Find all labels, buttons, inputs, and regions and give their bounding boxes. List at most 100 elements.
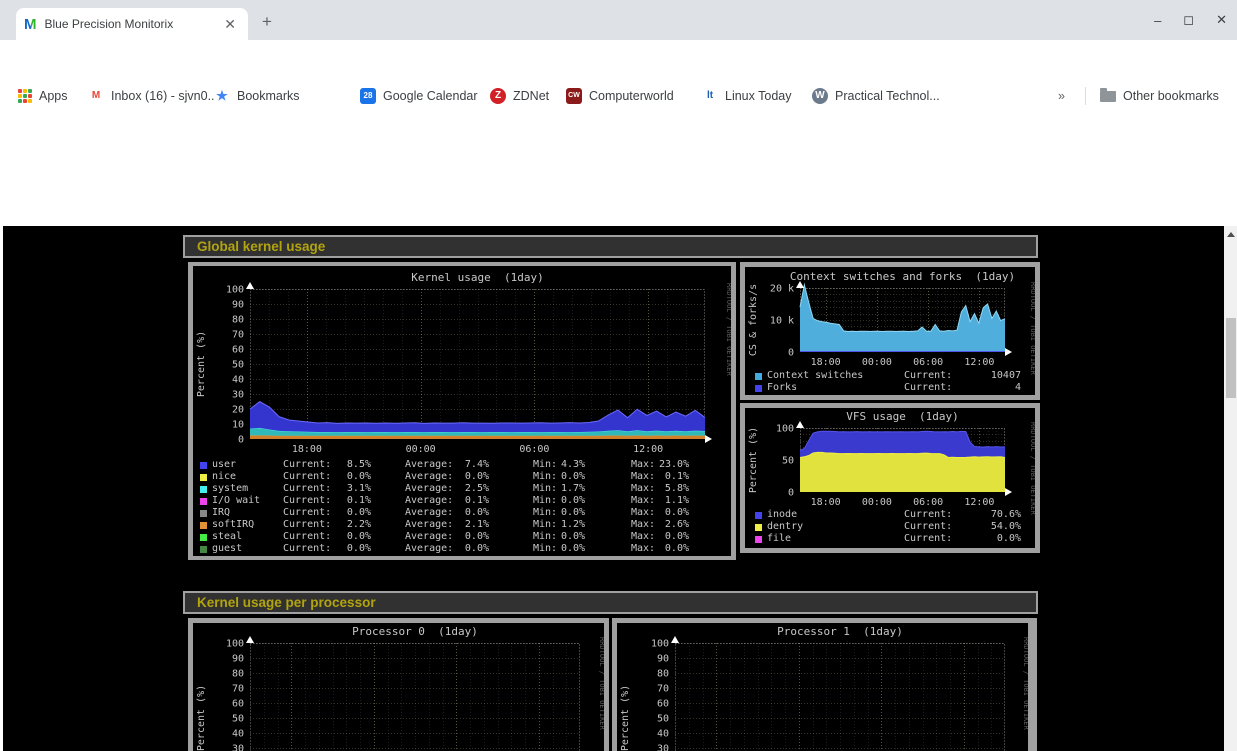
legend-stat-label: Current: — [283, 519, 333, 531]
legend-stat-label: Max: — [631, 495, 659, 507]
bookmark-item[interactable]: W Practical Technol... — [812, 82, 940, 110]
legend-stat-label: Average: — [405, 495, 457, 507]
legend-stat-value: 0.0% — [457, 471, 489, 483]
legend-row: ForksCurrent:4 — [755, 382, 1045, 394]
legend-row: userCurrent:8.5%Average:7.4%Min:4.3%Max:… — [200, 459, 738, 471]
bookmark-item[interactable]: Z ZDNet — [490, 82, 549, 110]
legend-stat-value: 0.0% — [659, 543, 689, 555]
legend-stat-value: 0.1% — [333, 495, 371, 507]
star-favicon: ★ — [214, 88, 230, 104]
legend-stat-label: Min: — [533, 543, 561, 555]
bookmark-item[interactable]: 28 Google Calendar — [360, 82, 478, 110]
legend-color-swatch — [755, 512, 762, 519]
bookmark-item[interactable]: ★ Bookmarks — [214, 82, 300, 110]
legend-series-name: nice — [212, 471, 283, 483]
bookmark-label: Inbox (16) - sjvn0... — [111, 89, 218, 103]
legend-stat-value: 0.0% — [561, 507, 585, 519]
other-bookmarks-label: Other bookmarks — [1123, 89, 1219, 103]
kernel-usage-graph: userCurrent:8.5%Average:7.4%Min:4.3%Max:… — [193, 266, 731, 556]
legend-stat-label: Current: — [904, 509, 968, 521]
legend-color-swatch — [200, 522, 207, 529]
legend-series-name: steal — [212, 531, 283, 543]
legend-color-swatch — [755, 373, 762, 380]
legend-series-name: dentry — [767, 521, 904, 533]
window-minimize-button[interactable]: – — [1154, 13, 1161, 28]
section-header-per-processor: Kernel usage per processor — [183, 591, 1038, 614]
legend-stat-value: 0.0% — [561, 531, 585, 543]
legend-stat-label: Current: — [283, 471, 333, 483]
legend-series-name: file — [767, 533, 904, 545]
legend-stat-label: Min: — [533, 459, 561, 471]
vfs-usage-panel: inodeCurrent:70.6%dentryCurrent:54.0%fil… — [740, 403, 1040, 553]
browser-toolbar: ← → ↻ ⌂ i localhost:8080/monitorix-cgi/m… — [0, 40, 1237, 82]
legend-stat-label: Average: — [405, 531, 457, 543]
legend-stat-label: Current: — [904, 521, 968, 533]
legend-row: I/O waitCurrent:0.1%Average:0.1%Min:0.0%… — [200, 495, 738, 507]
wordpress-favicon: W — [812, 88, 828, 104]
bookmark-item[interactable]: ltLinux Today — [702, 82, 792, 110]
scrollbar-up-icon[interactable] — [1227, 232, 1235, 237]
legend-row: IRQCurrent:0.0%Average:0.0%Min:0.0%Max:0… — [200, 507, 738, 519]
bookmark-label: ZDNet — [513, 89, 549, 103]
legend-stat-value: 54.0% — [968, 521, 1021, 533]
tab-close-icon[interactable]: ✕ — [220, 16, 240, 33]
scrollbar-thumb[interactable] — [1226, 318, 1236, 398]
context-switches-graph: Context switchesCurrent:10407ForksCurren… — [745, 267, 1035, 395]
legend-stat-value: 23.0% — [659, 459, 689, 471]
legend-stat-value: 2.1% — [457, 519, 489, 531]
legend-stat-label: Min: — [533, 483, 561, 495]
legend-stat-label: Min: — [533, 531, 561, 543]
legend-stat-label: Max: — [631, 459, 659, 471]
legend-stat-label: Average: — [405, 507, 457, 519]
legend-row: stealCurrent:0.0%Average:0.0%Min:0.0%Max… — [200, 531, 738, 543]
bookmarks-divider — [1085, 87, 1086, 105]
legend-color-swatch — [200, 546, 207, 553]
gmail-favicon: M — [88, 88, 104, 104]
bookmarks-overflow-icon[interactable]: » — [1058, 82, 1065, 110]
apps-shortcut[interactable]: Apps — [18, 82, 68, 110]
legend-stat-label: Min: — [533, 519, 561, 531]
legend-series-name: guest — [212, 543, 283, 555]
legend-stat-label: Max: — [631, 531, 659, 543]
section-title: Global kernel usage — [197, 239, 325, 254]
legend-stat-value: 8.5% — [333, 459, 371, 471]
legend-stat-label: Average: — [405, 471, 457, 483]
legend-color-swatch — [200, 486, 207, 493]
legend-row: guestCurrent:0.0%Average:0.0%Min:0.0%Max… — [200, 543, 738, 555]
legend-color-swatch — [755, 536, 762, 543]
context-switches-legend: Context switchesCurrent:10407ForksCurren… — [745, 370, 1045, 394]
bookmark-item[interactable]: CWComputerworld — [566, 82, 674, 110]
page-scrollbar[interactable] — [1224, 226, 1237, 751]
active-tab[interactable]: M Blue Precision Monitorix ✕ — [16, 8, 248, 40]
bookmark-label: Bookmarks — [237, 89, 300, 103]
legend-stat-value: 0.0% — [659, 507, 689, 519]
legend-stat-label: Min: — [533, 471, 561, 483]
legend-stat-label: Min: — [533, 507, 561, 519]
bookmark-label: Google Calendar — [383, 89, 478, 103]
window-close-button[interactable]: ✕ — [1216, 12, 1227, 28]
legend-stat-label: Current: — [283, 543, 333, 555]
other-bookmarks-folder[interactable]: Other bookmarks — [1100, 82, 1219, 110]
bookmark-item[interactable]: M Inbox (16) - sjvn0... — [88, 82, 218, 110]
window-maximize-button[interactable]: ◻ — [1183, 12, 1194, 28]
processor0-panel: userCur:9.7%Avg:8.3%Min:4.9%Max:22.5%nic… — [188, 618, 609, 751]
legend-stat-value: 0.0% — [457, 531, 489, 543]
zdnet-favicon: Z — [490, 88, 506, 104]
legend-stat-label: Current: — [283, 507, 333, 519]
kernel-usage-legend: userCurrent:8.5%Average:7.4%Min:4.3%Max:… — [193, 459, 738, 555]
legend-stat-value: 4.3% — [561, 459, 585, 471]
browser-window: M Blue Precision Monitorix ✕ + – ◻ ✕ ← →… — [0, 0, 1237, 751]
legend-color-swatch — [200, 534, 207, 541]
calendar-favicon: 28 — [360, 88, 376, 104]
legend-stat-value: 10407 — [968, 370, 1021, 382]
vfs-usage-graph: inodeCurrent:70.6%dentryCurrent:54.0%fil… — [745, 408, 1035, 548]
legend-series-name: softIRQ — [212, 519, 283, 531]
legend-stat-label: Max: — [631, 543, 659, 555]
bookmark-label: Practical Technol... — [835, 89, 940, 103]
legend-stat-value: 2.5% — [457, 483, 489, 495]
legend-stat-value: 0.1% — [457, 495, 489, 507]
legend-series-name: Context switches — [767, 370, 904, 382]
legend-color-swatch — [200, 474, 207, 481]
new-tab-button[interactable]: + — [262, 12, 272, 32]
legend-row: softIRQCurrent:2.2%Average:2.1%Min:1.2%M… — [200, 519, 738, 531]
